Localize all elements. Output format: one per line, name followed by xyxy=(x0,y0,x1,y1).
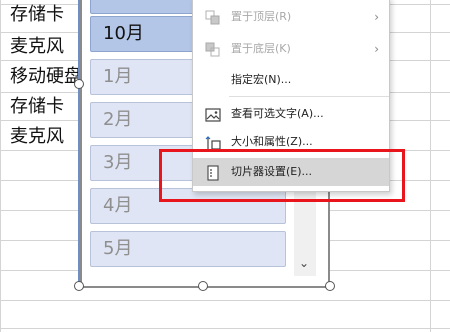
menu-item-bring-to-front[interactable]: 置于顶层(R) › xyxy=(193,3,389,31)
cell-a2[interactable]: 麦克风 xyxy=(10,34,82,60)
size-properties-icon xyxy=(205,134,221,150)
menu-item-assign-macro[interactable]: 指定宏(N)... xyxy=(193,66,389,94)
menu-item-send-to-back[interactable]: 置于底层(K) › xyxy=(193,35,389,63)
column-line xyxy=(0,0,1,332)
menu-item-label: 查看可选文字(A)... xyxy=(231,107,324,120)
resize-handle-bottom-left[interactable] xyxy=(74,281,84,291)
resize-handle-bottom-right[interactable] xyxy=(325,281,335,291)
row-line xyxy=(0,300,450,301)
alt-text-icon xyxy=(205,106,221,122)
column-line xyxy=(430,0,431,332)
chevron-right-icon: › xyxy=(374,10,379,24)
cell-a5[interactable]: 麦克风 xyxy=(10,124,82,150)
row-line xyxy=(0,328,450,329)
resize-handle-left[interactable] xyxy=(74,79,84,89)
slicer-item-may[interactable]: 5月 xyxy=(90,231,286,267)
cell-a4[interactable]: 存储卡 xyxy=(10,94,82,120)
menu-separator xyxy=(229,96,389,97)
chevron-right-icon: › xyxy=(374,42,379,56)
highlight-box xyxy=(159,149,405,202)
menu-item-label: 置于底层(K) xyxy=(231,42,291,55)
cell-a3[interactable]: 移动硬盘 xyxy=(10,64,82,90)
slicer-left-edge xyxy=(78,0,80,286)
bring-to-front-icon xyxy=(205,9,221,25)
send-to-back-icon xyxy=(205,41,221,57)
menu-item-view-alt-text[interactable]: 查看可选文字(A)... xyxy=(193,100,389,128)
resize-handle-bottom[interactable] xyxy=(198,281,208,291)
cell-a1[interactable]: 存储卡 xyxy=(10,2,82,28)
menu-item-label: 置于顶层(R) xyxy=(231,10,292,23)
menu-item-label: 指定宏(N)... xyxy=(231,73,292,86)
chevron-down-icon[interactable]: ⌄ xyxy=(299,256,309,270)
